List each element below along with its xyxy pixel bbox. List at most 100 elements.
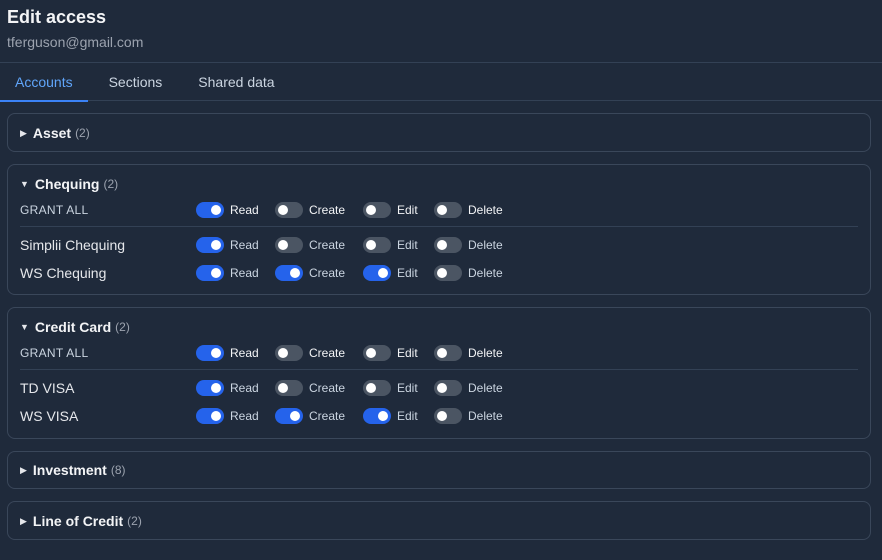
read-permission[interactable]: Read xyxy=(196,237,275,253)
divider xyxy=(20,369,858,370)
delete-toggle[interactable] xyxy=(434,202,462,218)
permission-label: Delete xyxy=(468,381,503,395)
group-chequing: ▼ Chequing (2) GRANT ALL Read Create Edit De… xyxy=(7,164,871,295)
account-row: Simplii Chequing Read Create Edit Delete xyxy=(20,235,858,255)
permission-label: Delete xyxy=(468,203,503,217)
delete-permission[interactable]: Delete xyxy=(434,345,514,361)
delete-permission[interactable]: Delete xyxy=(434,237,514,253)
create-toggle[interactable] xyxy=(275,202,303,218)
edit-toggle[interactable] xyxy=(363,237,391,253)
delete-permission[interactable]: Delete xyxy=(434,202,514,218)
group-count: (2) xyxy=(115,320,130,334)
grant-all-label: GRANT ALL xyxy=(20,346,89,360)
edit-permission[interactable]: Edit xyxy=(363,345,434,361)
group-header-line-of-credit[interactable]: ▶ Line of Credit (2) xyxy=(20,511,142,531)
permission-label: Edit xyxy=(397,381,418,395)
tab-sections[interactable]: Sections xyxy=(94,63,178,101)
delete-toggle[interactable] xyxy=(434,380,462,396)
group-count: (8) xyxy=(110,463,126,477)
create-toggle[interactable] xyxy=(275,408,303,424)
group-header-investment[interactable]: ▶ Investment (8) xyxy=(20,460,126,480)
delete-toggle[interactable] xyxy=(434,345,462,361)
read-toggle[interactable] xyxy=(196,345,224,361)
read-permission[interactable]: Read xyxy=(196,345,275,361)
edit-toggle[interactable] xyxy=(363,265,391,281)
chevron-down-icon: ▼ xyxy=(20,179,29,189)
permission-label: Read xyxy=(230,346,259,360)
group-name: Investment xyxy=(32,462,107,478)
permission-label: Delete xyxy=(468,238,503,252)
grant-all-label: GRANT ALL xyxy=(20,203,89,217)
group-header-credit-card[interactable]: ▼ Credit Card (2) xyxy=(20,317,130,337)
create-toggle[interactable] xyxy=(275,380,303,396)
permission-label: Edit xyxy=(397,238,418,252)
group-header-asset[interactable]: ▶ Asset (2) xyxy=(20,123,90,143)
permission-label: Delete xyxy=(468,266,503,280)
read-permission[interactable]: Read xyxy=(196,408,275,424)
account-name: WS VISA xyxy=(20,408,79,424)
permission-label: Create xyxy=(309,346,346,360)
create-permission[interactable]: Create xyxy=(275,202,363,218)
group-header-chequing[interactable]: ▼ Chequing (2) xyxy=(20,174,118,194)
read-toggle[interactable] xyxy=(196,237,224,253)
create-permission[interactable]: Create xyxy=(275,265,363,281)
read-toggle[interactable] xyxy=(196,380,224,396)
permission-label: Read xyxy=(230,409,259,423)
tab-shared-data[interactable]: Shared data xyxy=(183,63,289,101)
delete-permission[interactable]: Delete xyxy=(434,408,514,424)
edit-permission[interactable]: Edit xyxy=(363,202,434,218)
read-toggle[interactable] xyxy=(196,408,224,424)
group-count: (2) xyxy=(103,177,119,191)
permission-label: Read xyxy=(230,266,259,280)
permission-label: Edit xyxy=(397,409,418,423)
chevron-right-icon: ▶ xyxy=(20,464,27,475)
chevron-down-icon: ▼ xyxy=(20,322,29,332)
permission-label: Read xyxy=(230,238,259,252)
divider xyxy=(20,226,858,227)
user-email: tferguson@gmail.com xyxy=(7,34,144,50)
edit-toggle[interactable] xyxy=(363,408,391,424)
create-permission[interactable]: Create xyxy=(275,345,363,361)
edit-permission[interactable]: Edit xyxy=(363,380,434,396)
tab-bar: Accounts Sections Shared data xyxy=(0,63,882,102)
group-investment: ▶ Investment (8) xyxy=(7,451,871,489)
delete-toggle[interactable] xyxy=(434,408,462,424)
read-permission[interactable]: Read xyxy=(196,202,275,218)
edit-permission[interactable]: Edit xyxy=(363,265,434,281)
chevron-right-icon: ▶ xyxy=(20,127,27,138)
create-permission[interactable]: Create xyxy=(275,380,363,396)
account-row: WS VISA Read Create Edit Delete xyxy=(20,406,858,426)
create-toggle[interactable] xyxy=(275,345,303,361)
delete-toggle[interactable] xyxy=(434,237,462,253)
delete-toggle[interactable] xyxy=(434,265,462,281)
edit-permission[interactable]: Edit xyxy=(363,237,434,253)
group-name: Chequing xyxy=(34,176,100,192)
read-permission[interactable]: Read xyxy=(196,265,275,281)
create-toggle[interactable] xyxy=(275,265,303,281)
edit-toggle[interactable] xyxy=(363,345,391,361)
page-title: Edit access xyxy=(7,7,107,27)
account-row: WS Chequing Read Create Edit Delete xyxy=(20,263,858,283)
permission-label: Create xyxy=(309,203,346,217)
permission-label: Create xyxy=(309,238,346,252)
group-credit-card: ▼ Credit Card (2) GRANT ALL Read Create Edi… xyxy=(7,307,871,439)
permission-label: Delete xyxy=(468,346,503,360)
permission-label: Read xyxy=(230,203,259,217)
edit-toggle[interactable] xyxy=(363,202,391,218)
create-permission[interactable]: Create xyxy=(275,408,363,424)
permission-label: Create xyxy=(309,381,346,395)
delete-permission[interactable]: Delete xyxy=(434,265,514,281)
read-toggle[interactable] xyxy=(196,202,224,218)
edit-permission[interactable]: Edit xyxy=(363,408,434,424)
group-name: Line of Credit xyxy=(32,513,124,529)
delete-permission[interactable]: Delete xyxy=(434,380,514,396)
permission-label: Delete xyxy=(468,409,503,423)
read-permission[interactable]: Read xyxy=(196,380,275,396)
account-name: Simplii Chequing xyxy=(20,237,126,253)
create-permission[interactable]: Create xyxy=(275,237,363,253)
permission-label: Edit xyxy=(397,266,418,280)
edit-toggle[interactable] xyxy=(363,380,391,396)
read-toggle[interactable] xyxy=(196,265,224,281)
create-toggle[interactable] xyxy=(275,237,303,253)
tab-accounts[interactable]: Accounts xyxy=(0,63,88,102)
